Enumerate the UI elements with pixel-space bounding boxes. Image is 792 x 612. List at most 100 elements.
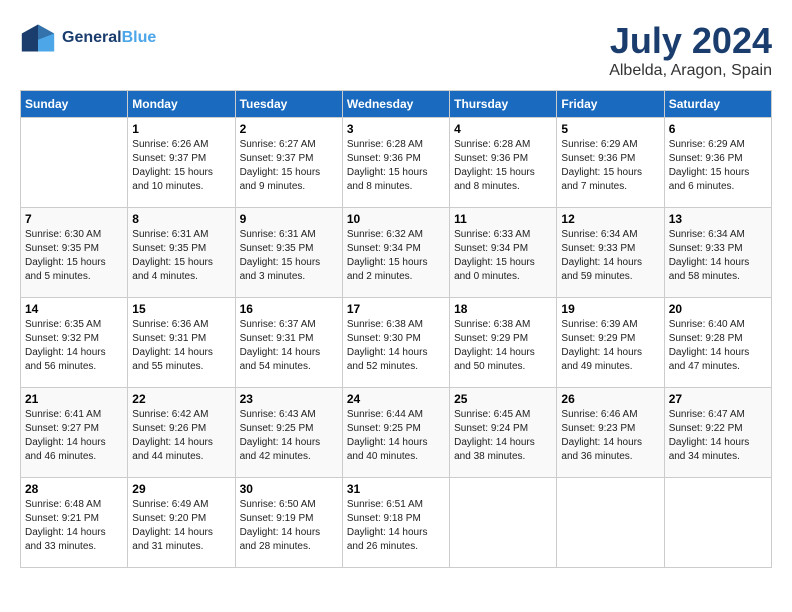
day-cell: 12Sunrise: 6:34 AMSunset: 9:33 PMDayligh… — [557, 208, 664, 298]
day-number: 9 — [240, 212, 338, 226]
week-row-4: 21 Sunrise: 6:41 AMSunset: 9:27 PMDayligh… — [21, 388, 772, 478]
day-number: 22 — [132, 392, 230, 406]
day-cell: 28 Sunrise: 6:48 AMSunset: 9:21 PMDayligh… — [21, 478, 128, 568]
day-info: Sunrise: 6:42 AMSunset: 9:26 PMDaylight:… — [132, 408, 230, 464]
calendar-table: SundayMondayTuesdayWednesdayThursdayFrid… — [20, 90, 772, 568]
day-info: Sunrise: 6:31 AMSunset: 9:35 PMDaylight:… — [132, 228, 230, 284]
day-number: 28 — [25, 482, 123, 496]
month-title: July 2024 — [609, 20, 772, 62]
day-cell: 23Sunrise: 6:43 AMSunset: 9:25 PMDayligh… — [235, 388, 342, 478]
day-number: 19 — [561, 302, 659, 316]
day-info: Sunrise: 6:48 AMSunset: 9:21 PMDaylight:… — [25, 498, 123, 554]
day-number: 29 — [132, 482, 230, 496]
day-cell — [450, 478, 557, 568]
day-cell: 26Sunrise: 6:46 AMSunset: 9:23 PMDayligh… — [557, 388, 664, 478]
logo: GeneralBlue — [20, 20, 156, 56]
day-number: 21 — [25, 392, 123, 406]
day-number: 30 — [240, 482, 338, 496]
day-cell: 18 Sunrise: 6:38 AMSunset: 9:29 PMDayligh… — [450, 298, 557, 388]
location-title: Albelda, Aragon, Spain — [609, 62, 772, 80]
day-cell: 22 Sunrise: 6:42 AMSunset: 9:26 PMDayligh… — [128, 388, 235, 478]
day-cell: 3Sunrise: 6:28 AMSunset: 9:36 PMDaylight… — [342, 118, 449, 208]
day-info: Sunrise: 6:51 AMSunset: 9:18 PMDaylight:… — [347, 498, 445, 554]
header-cell-thursday: Thursday — [450, 91, 557, 118]
day-info: Sunrise: 6:29 AMSunset: 9:36 PMDaylight:… — [561, 138, 659, 194]
day-info: Sunrise: 6:32 AMSunset: 9:34 PMDaylight:… — [347, 228, 445, 284]
week-row-2: 7 Sunrise: 6:30 AMSunset: 9:35 PMDaylight… — [21, 208, 772, 298]
day-number: 15 — [132, 302, 230, 316]
day-number: 25 — [454, 392, 552, 406]
day-info: Sunrise: 6:38 AMSunset: 9:29 PMDaylight:… — [454, 318, 552, 374]
logo-text: GeneralBlue — [62, 29, 156, 47]
day-info: Sunrise: 6:33 AMSunset: 9:34 PMDaylight:… — [454, 228, 552, 284]
header-cell-monday: Monday — [128, 91, 235, 118]
day-number: 10 — [347, 212, 445, 226]
day-cell: 13Sunrise: 6:34 AMSunset: 9:33 PMDayligh… — [664, 208, 771, 298]
day-cell: 25 Sunrise: 6:45 AMSunset: 9:24 PMDayligh… — [450, 388, 557, 478]
day-cell: 17 Sunrise: 6:38 AMSunset: 9:30 PMDayligh… — [342, 298, 449, 388]
day-cell: 19 Sunrise: 6:39 AMSunset: 9:29 PMDayligh… — [557, 298, 664, 388]
day-cell: 1Sunrise: 6:26 AMSunset: 9:37 PMDaylight… — [128, 118, 235, 208]
day-info: Sunrise: 6:36 AMSunset: 9:31 PMDaylight:… — [132, 318, 230, 374]
day-number: 18 — [454, 302, 552, 316]
day-cell — [664, 478, 771, 568]
day-cell: 14 Sunrise: 6:35 AMSunset: 9:32 PMDayligh… — [21, 298, 128, 388]
day-cell: 16 Sunrise: 6:37 AMSunset: 9:31 PMDayligh… — [235, 298, 342, 388]
day-info: Sunrise: 6:28 AMSunset: 9:36 PMDaylight:… — [454, 138, 552, 194]
header-cell-sunday: Sunday — [21, 91, 128, 118]
header-cell-friday: Friday — [557, 91, 664, 118]
day-cell: 2 Sunrise: 6:27 AMSunset: 9:37 PMDaylight… — [235, 118, 342, 208]
day-number: 8 — [132, 212, 230, 226]
day-number: 13 — [669, 212, 767, 226]
day-info: Sunrise: 6:47 AMSunset: 9:22 PMDaylight:… — [669, 408, 767, 464]
day-number: 20 — [669, 302, 767, 316]
day-number: 26 — [561, 392, 659, 406]
title-block: July 2024 Albelda, Aragon, Spain — [609, 20, 772, 80]
day-info: Sunrise: 6:45 AMSunset: 9:24 PMDaylight:… — [454, 408, 552, 464]
logo-blue: Blue — [122, 29, 157, 46]
day-number: 16 — [240, 302, 338, 316]
header-cell-tuesday: Tuesday — [235, 91, 342, 118]
day-info: Sunrise: 6:35 AMSunset: 9:32 PMDaylight:… — [25, 318, 123, 374]
logo-general: General — [62, 29, 122, 46]
day-cell: 9Sunrise: 6:31 AMSunset: 9:35 PMDaylight… — [235, 208, 342, 298]
day-number: 17 — [347, 302, 445, 316]
header-cell-wednesday: Wednesday — [342, 91, 449, 118]
day-info: Sunrise: 6:26 AMSunset: 9:37 PMDaylight:… — [132, 138, 230, 194]
day-cell: 5Sunrise: 6:29 AMSunset: 9:36 PMDaylight… — [557, 118, 664, 208]
day-cell — [557, 478, 664, 568]
day-cell: 8 Sunrise: 6:31 AMSunset: 9:35 PMDaylight… — [128, 208, 235, 298]
day-info: Sunrise: 6:39 AMSunset: 9:29 PMDaylight:… — [561, 318, 659, 374]
day-number: 14 — [25, 302, 123, 316]
day-info: Sunrise: 6:41 AMSunset: 9:27 PMDaylight:… — [25, 408, 123, 464]
day-cell: 11Sunrise: 6:33 AMSunset: 9:34 PMDayligh… — [450, 208, 557, 298]
day-cell: 29Sunrise: 6:49 AMSunset: 9:20 PMDayligh… — [128, 478, 235, 568]
day-cell: 6Sunrise: 6:29 AMSunset: 9:36 PMDaylight… — [664, 118, 771, 208]
day-number: 6 — [669, 122, 767, 136]
day-info: Sunrise: 6:30 AMSunset: 9:35 PMDaylight:… — [25, 228, 123, 284]
day-cell: 24 Sunrise: 6:44 AMSunset: 9:25 PMDayligh… — [342, 388, 449, 478]
day-info: Sunrise: 6:44 AMSunset: 9:25 PMDaylight:… — [347, 408, 445, 464]
day-info: Sunrise: 6:27 AMSunset: 9:37 PMDaylight:… — [240, 138, 338, 194]
day-info: Sunrise: 6:28 AMSunset: 9:36 PMDaylight:… — [347, 138, 445, 194]
day-cell — [21, 118, 128, 208]
day-number: 23 — [240, 392, 338, 406]
day-number: 24 — [347, 392, 445, 406]
calendar-header: SundayMondayTuesdayWednesdayThursdayFrid… — [21, 91, 772, 118]
day-number: 2 — [240, 122, 338, 136]
day-cell: 20Sunrise: 6:40 AMSunset: 9:28 PMDayligh… — [664, 298, 771, 388]
calendar-body: 1Sunrise: 6:26 AMSunset: 9:37 PMDaylight… — [21, 118, 772, 568]
day-cell: 10 Sunrise: 6:32 AMSunset: 9:34 PMDayligh… — [342, 208, 449, 298]
week-row-1: 1Sunrise: 6:26 AMSunset: 9:37 PMDaylight… — [21, 118, 772, 208]
day-cell: 31 Sunrise: 6:51 AMSunset: 9:18 PMDayligh… — [342, 478, 449, 568]
day-info: Sunrise: 6:37 AMSunset: 9:31 PMDaylight:… — [240, 318, 338, 374]
day-cell: 7 Sunrise: 6:30 AMSunset: 9:35 PMDaylight… — [21, 208, 128, 298]
day-cell: 4 Sunrise: 6:28 AMSunset: 9:36 PMDaylight… — [450, 118, 557, 208]
day-cell: 15 Sunrise: 6:36 AMSunset: 9:31 PMDayligh… — [128, 298, 235, 388]
page-header: GeneralBlue July 2024 Albelda, Aragon, S… — [20, 20, 772, 80]
day-info: Sunrise: 6:38 AMSunset: 9:30 PMDaylight:… — [347, 318, 445, 374]
day-number: 7 — [25, 212, 123, 226]
day-number: 4 — [454, 122, 552, 136]
week-row-5: 28 Sunrise: 6:48 AMSunset: 9:21 PMDayligh… — [21, 478, 772, 568]
day-number: 31 — [347, 482, 445, 496]
